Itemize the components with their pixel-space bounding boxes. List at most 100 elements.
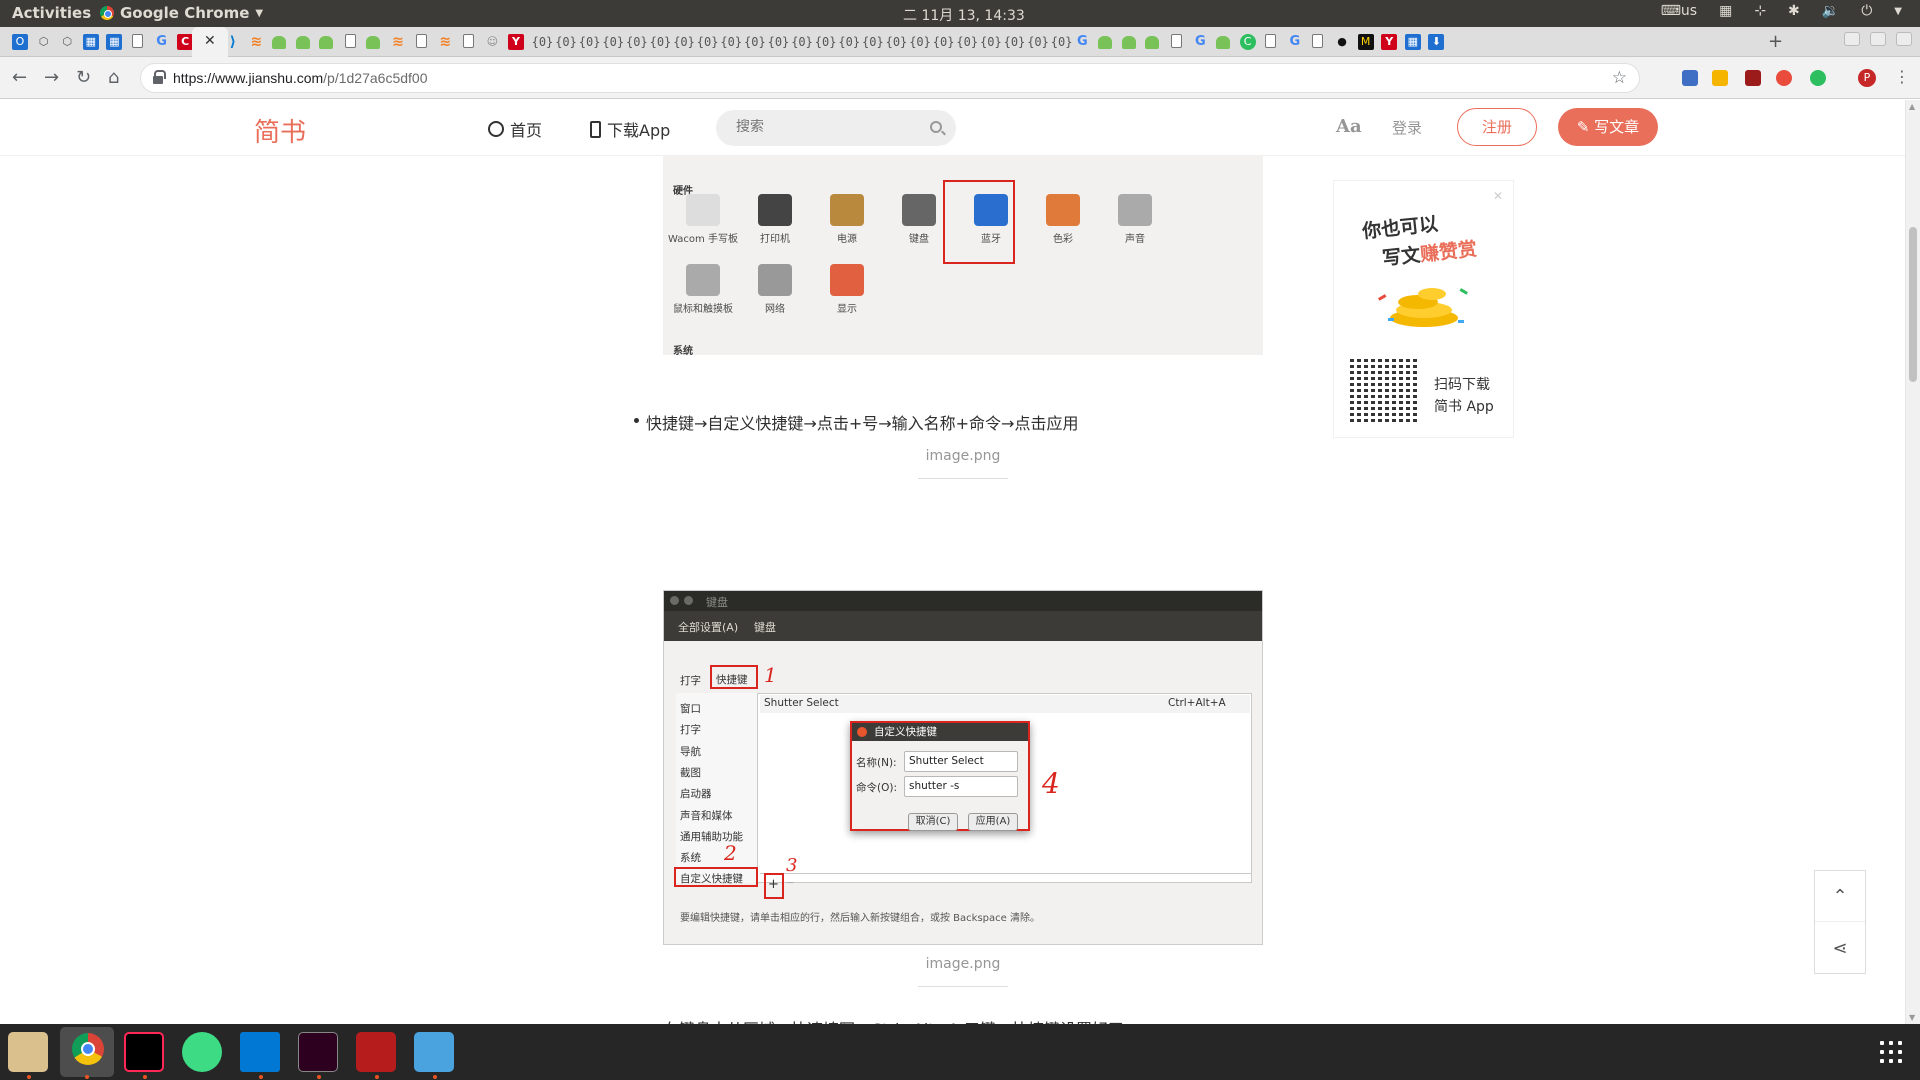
reload-icon[interactable]: ↻ (76, 67, 91, 88)
brace-favicon-icon[interactable]: {0} (933, 34, 955, 50)
brace-favicon-icon[interactable]: {0} (650, 34, 672, 50)
brace-favicon-icon[interactable]: {0} (1027, 34, 1049, 50)
csdn-favicon-icon[interactable]: C (177, 34, 194, 50)
yandex-favicon-icon[interactable]: Y (508, 34, 524, 50)
brace-favicon-icon[interactable]: {0} (768, 34, 790, 50)
restore-window-button[interactable] (1870, 32, 1886, 46)
green-c-favicon-icon[interactable]: C (1239, 34, 1256, 50)
android-favicon-icon[interactable] (1098, 36, 1112, 49)
grid-favicon-icon[interactable]: ▦ (106, 34, 123, 50)
volume-icon[interactable]: 🔉 (1822, 3, 1839, 19)
more-menu-icon[interactable]: ⋮ (1894, 67, 1910, 86)
page-scrollbar[interactable]: ▲ ▼ (1905, 100, 1920, 1024)
brace-favicon-icon[interactable]: {0} (720, 34, 742, 50)
minimize-window-button[interactable] (1844, 32, 1860, 46)
search-icon[interactable] (930, 121, 942, 133)
back-to-top-button[interactable]: ⌃ (1815, 871, 1865, 922)
network-icon[interactable]: ⊹ (1754, 3, 1766, 19)
outlook-favicon-icon[interactable]: O (12, 34, 28, 50)
scrollbar-thumb[interactable] (1909, 227, 1917, 382)
grid-favicon-icon[interactable]: ▦ (82, 34, 99, 50)
login-link[interactable]: 登录 (1392, 117, 1422, 138)
jianshu-logo[interactable]: 简书 (254, 112, 306, 149)
brace-favicon-icon[interactable]: {0} (555, 34, 577, 50)
chevron-down-icon[interactable]: ▼ (1894, 6, 1902, 17)
forward-icon[interactable]: → (44, 67, 59, 88)
brace-favicon-icon[interactable]: {0} (532, 34, 554, 50)
bluetooth-icon[interactable]: ✱ (1788, 3, 1800, 19)
app-menu[interactable]: Google Chrome ▼ (100, 4, 263, 22)
brace-favicon-icon[interactable]: {0} (602, 34, 624, 50)
google-favicon-icon[interactable]: G (154, 34, 170, 50)
new-tab-button[interactable]: + (1768, 31, 1783, 52)
android-studio-app-icon[interactable] (182, 1032, 222, 1072)
android-favicon-icon[interactable] (295, 36, 310, 49)
back-icon[interactable]: ← (12, 67, 27, 88)
share-button[interactable]: ⋖ (1815, 923, 1865, 974)
github-favicon-icon[interactable]: ● (1334, 34, 1350, 50)
address-bar[interactable]: https://www.jianshu.com/p/1d27a6c5df00 ☆ (140, 63, 1640, 93)
google-favicon-icon[interactable]: G (1074, 34, 1090, 50)
google-favicon-icon[interactable]: G (1192, 34, 1208, 50)
power-icon[interactable]: ⏻ (1861, 3, 1872, 19)
download-favicon-icon[interactable]: ⬇ (1428, 34, 1445, 50)
brace-favicon-icon[interactable]: {0} (791, 34, 813, 50)
sonar-favicon-icon[interactable]: ⬡ (36, 34, 52, 50)
doc-favicon-icon[interactable] (462, 34, 474, 48)
brace-favicon-icon[interactable]: {0} (579, 34, 601, 50)
profile-avatar[interactable]: P (1858, 69, 1876, 87)
evernote-extension-icon[interactable] (1810, 70, 1826, 86)
active-tab[interactable]: ✕ (192, 27, 228, 57)
doc-favicon-icon[interactable] (132, 34, 143, 48)
shield-extension-icon[interactable] (1745, 70, 1761, 86)
android-favicon-icon[interactable] (319, 36, 334, 49)
bookmark-star-icon[interactable]: ☆ (1612, 68, 1627, 88)
scroll-down-arrow[interactable]: ▼ (1909, 1013, 1915, 1022)
translate-extension-icon[interactable] (1682, 70, 1698, 86)
files-app-icon[interactable] (8, 1032, 48, 1072)
doc-favicon-icon[interactable] (1170, 34, 1182, 48)
grid-favicon-icon[interactable]: ▦ (1404, 34, 1421, 50)
doc-favicon-icon[interactable] (415, 34, 427, 48)
font-size-toggle[interactable]: Aa (1336, 116, 1362, 137)
brace-favicon-icon[interactable]: {0} (956, 34, 978, 50)
brace-favicon-icon[interactable]: {0} (862, 34, 884, 50)
stackoverflow-favicon-icon[interactable]: ≋ (437, 34, 453, 50)
brace-favicon-icon[interactable]: {0} (673, 34, 695, 50)
register-button[interactable]: 注册 (1457, 108, 1537, 146)
puzzle-extension-icon[interactable] (1776, 70, 1792, 86)
article-image-keyboard-shortcuts[interactable]: 键盘 全部设置(A) 键盘 打字 快捷键 1 2 Shutter Select … (663, 590, 1263, 945)
brace-favicon-icon[interactable]: {0} (1051, 34, 1073, 50)
doc-favicon-icon[interactable] (1265, 34, 1277, 48)
download-app-ad[interactable]: ✕ 你也可以 写文赚赞赏 扫码下载 简书 App (1333, 180, 1514, 438)
nav-home[interactable]: 首页 (488, 117, 542, 141)
terminal-app-icon[interactable] (298, 1032, 338, 1072)
android-favicon-icon[interactable] (366, 36, 381, 49)
brace-favicon-icon[interactable]: {0} (909, 34, 931, 50)
android-favicon-icon[interactable] (1121, 36, 1136, 49)
shutter-app-icon[interactable] (414, 1032, 454, 1072)
brace-favicon-icon[interactable]: {0} (980, 34, 1002, 50)
yandex-favicon-icon[interactable]: Y (1381, 34, 1398, 50)
search-box[interactable] (716, 110, 956, 146)
show-applications-icon[interactable] (1880, 1041, 1904, 1065)
home-icon[interactable]: ⌂ (108, 67, 119, 88)
doc-favicon-icon[interactable] (344, 34, 356, 48)
write-article-button[interactable]: ✎ 写文章 (1558, 108, 1658, 146)
stackoverflow-favicon-icon[interactable]: ≋ (248, 34, 264, 50)
stackoverflow-favicon-icon[interactable]: ≋ (390, 34, 406, 50)
brace-favicon-icon[interactable]: {0} (744, 34, 766, 50)
vscode-app-icon[interactable] (240, 1032, 280, 1072)
close-icon[interactable]: ✕ (1493, 189, 1503, 203)
screen-recorder-app-icon[interactable] (356, 1032, 396, 1072)
grid-extension-icon[interactable] (1712, 70, 1728, 86)
search-input[interactable] (736, 119, 916, 135)
brace-favicon-icon[interactable]: {0} (1004, 34, 1026, 50)
close-tab-icon[interactable]: ✕ (204, 33, 216, 49)
keyboard-layout-indicator[interactable]: ⌨us (1661, 3, 1697, 19)
android-favicon-icon[interactable] (1145, 36, 1160, 49)
url-text[interactable]: https://www.jianshu.com/p/1d27a6c5df00 (173, 70, 428, 86)
close-window-button[interactable] (1896, 32, 1912, 46)
brace-favicon-icon[interactable]: {0} (697, 34, 719, 50)
sonar-favicon-icon[interactable]: ⬡ (59, 34, 75, 50)
